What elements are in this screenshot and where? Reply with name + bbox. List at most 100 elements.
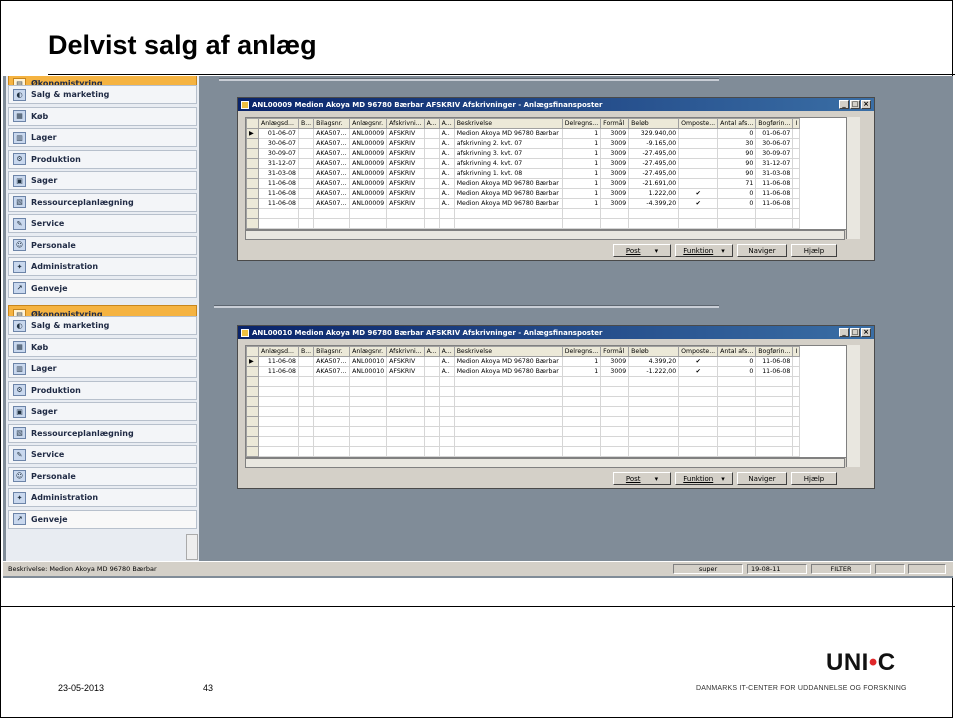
table-cell[interactable]: 30 <box>717 138 757 149</box>
table-row[interactable]: 30-09-07 AKA507... ANL00009 AFSKRIV A.. afskr… <box>246 148 801 159</box>
table-row[interactable]: ▶ 11-06-08 AKA507... ANL00010 AFSKRIV A.. Medi… <box>246 356 801 367</box>
function-button[interactable]: Funktion ▾ <box>675 472 733 485</box>
table-cell[interactable] <box>678 396 719 407</box>
table-cell[interactable]: ✔ <box>678 356 719 367</box>
table-cell[interactable]: 90 <box>717 168 757 179</box>
navigate-button[interactable]: Naviger <box>737 244 787 257</box>
table-cell[interactable]: AFSKRIV <box>386 356 425 367</box>
table-cell[interactable] <box>453 386 563 397</box>
table-cell[interactable] <box>423 178 440 189</box>
table-cell[interactable]: AFSKRIV <box>386 158 425 169</box>
table-cell[interactable] <box>297 188 315 199</box>
post-button[interactable]: Post ▾ <box>613 472 671 485</box>
table-cell[interactable]: 01-06-07 <box>258 128 299 139</box>
empty-row[interactable] <box>246 446 801 457</box>
empty-row[interactable] <box>246 416 801 427</box>
table-cell[interactable]: 1 <box>561 148 602 159</box>
horizontal-scrollbar[interactable] <box>245 458 845 468</box>
table-cell[interactable] <box>561 436 602 447</box>
table-cell[interactable] <box>717 416 757 427</box>
table-cell[interactable]: 1 <box>561 356 602 367</box>
table-cell[interactable]: AKA507... <box>313 128 351 139</box>
empty-row[interactable] <box>246 218 801 229</box>
table-cell[interactable]: 3009 <box>600 188 630 199</box>
table-cell[interactable] <box>423 158 440 169</box>
nav-item-shortcut[interactable]: ↗ Genveje <box>8 509 197 529</box>
table-cell[interactable] <box>453 396 563 407</box>
table-cell[interactable]: AFSKRIV <box>386 198 425 209</box>
column-header[interactable]: B... <box>297 346 315 357</box>
table-cell[interactable]: AKA507... <box>313 178 351 189</box>
table-cell[interactable]: 11-06-08 <box>258 198 299 209</box>
row-selector[interactable] <box>246 376 259 387</box>
function-button[interactable]: Funktion ▾ <box>675 244 733 257</box>
table-cell[interactable]: 11-06-08 <box>755 366 794 377</box>
ledger-grid[interactable]: Anlægsd... B... Bilagsnr. Anlægsnr. Afskrivn… <box>245 345 859 458</box>
table-cell[interactable] <box>438 426 455 437</box>
table-cell[interactable] <box>423 218 440 229</box>
table-cell[interactable]: 30-09-07 <box>258 148 299 159</box>
table-row[interactable]: 11-06-08 AKA507... ANL00009 AFSKRIV A.. Medio… <box>246 198 801 209</box>
table-cell[interactable] <box>438 436 455 447</box>
table-cell[interactable]: afskrivning 4. kvt. 07 <box>453 158 563 169</box>
table-cell[interactable] <box>561 396 602 407</box>
row-selector[interactable]: ▶ <box>246 356 259 367</box>
table-cell[interactable]: 90 <box>717 158 757 169</box>
table-cell[interactable] <box>678 158 719 169</box>
table-cell[interactable] <box>313 376 351 387</box>
vertical-scrollbar[interactable] <box>846 345 860 467</box>
table-cell[interactable]: A.. <box>438 366 455 377</box>
table-cell[interactable] <box>453 446 563 457</box>
nav-item-jobs[interactable]: ▣ Sager <box>8 171 197 190</box>
table-cell[interactable] <box>755 406 794 417</box>
table-cell[interactable] <box>258 406 299 417</box>
table-cell[interactable]: Medion Akoya MD 96780 Bærbar <box>453 366 563 377</box>
table-cell[interactable] <box>313 386 351 397</box>
nav-item-resource[interactable]: ▧ Ressourceplanlægning <box>8 192 197 212</box>
column-header[interactable]: A... <box>438 346 455 357</box>
column-header[interactable]: Formål <box>600 118 630 129</box>
table-cell[interactable] <box>349 436 388 447</box>
table-row[interactable]: 31-12-07 AKA507... ANL00009 AFSKRIV A.. afskr… <box>246 158 801 169</box>
nav-item-shortcut[interactable]: ↗ Genveje <box>8 278 197 298</box>
table-cell[interactable] <box>628 426 680 437</box>
column-header[interactable]: Beløb <box>628 118 680 129</box>
window-titlebar[interactable]: ANL00010 Medion Akoya MD 96780 Bærbar AF… <box>238 326 874 339</box>
table-cell[interactable] <box>600 376 630 387</box>
table-cell[interactable]: AKA507... <box>313 138 351 149</box>
table-cell[interactable] <box>297 218 315 229</box>
table-cell[interactable] <box>313 396 351 407</box>
table-cell[interactable] <box>453 436 563 447</box>
table-cell[interactable] <box>678 436 719 447</box>
table-cell[interactable] <box>717 208 757 219</box>
nav-item-admin[interactable]: ✦ Administration <box>8 488 197 507</box>
column-header[interactable]: Bogførin... <box>755 118 794 129</box>
table-cell[interactable] <box>423 188 440 199</box>
table-cell[interactable]: afskrivning 2. kvt. 07 <box>453 138 563 149</box>
table-cell[interactable] <box>678 218 719 229</box>
table-cell[interactable]: 1.222,00 <box>628 188 680 199</box>
table-cell[interactable]: A.. <box>438 138 455 149</box>
table-cell[interactable] <box>386 436 425 447</box>
table-cell[interactable] <box>717 406 757 417</box>
table-cell[interactable] <box>755 218 794 229</box>
table-cell[interactable]: A.. <box>438 148 455 159</box>
empty-row[interactable] <box>246 208 801 219</box>
window-titlebar[interactable]: ANL00009 Medion Akoya MD 96780 Bærbar AF… <box>238 98 874 111</box>
column-header[interactable]: I <box>792 346 801 357</box>
table-cell[interactable] <box>349 396 388 407</box>
row-selector[interactable] <box>246 436 259 447</box>
table-cell[interactable] <box>297 138 315 149</box>
table-cell[interactable] <box>792 396 801 407</box>
table-cell[interactable] <box>755 376 794 387</box>
empty-row[interactable] <box>246 396 801 407</box>
row-selector[interactable] <box>246 396 259 407</box>
horizontal-scrollbar[interactable] <box>245 230 845 240</box>
table-cell[interactable]: 0 <box>717 188 757 199</box>
table-cell[interactable] <box>628 436 680 447</box>
table-cell[interactable]: ANL00010 <box>349 356 388 367</box>
table-cell[interactable] <box>678 406 719 417</box>
table-cell[interactable] <box>792 436 801 447</box>
navigate-button[interactable]: Naviger <box>737 472 787 485</box>
empty-row[interactable] <box>246 386 801 397</box>
